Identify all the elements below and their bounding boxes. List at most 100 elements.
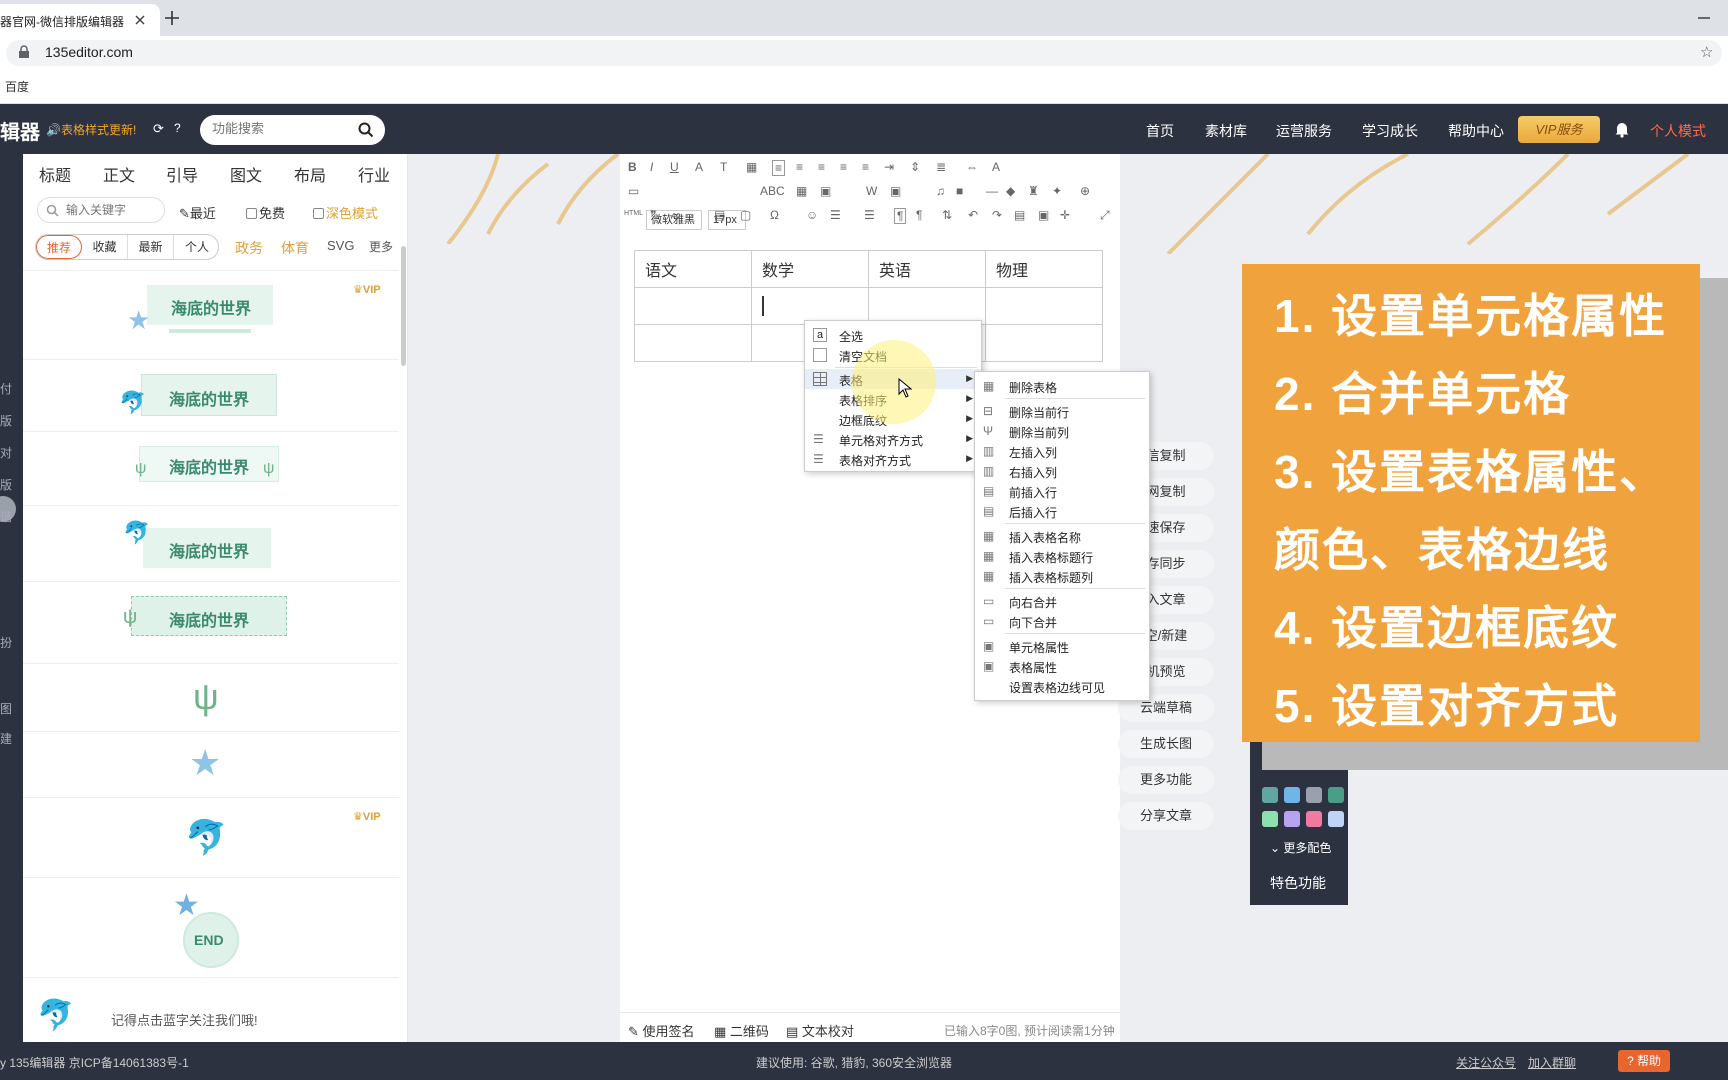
template-item[interactable]: 海底的世界 ψ ψ (23, 432, 399, 506)
search-icon[interactable] (358, 122, 374, 138)
tab-image-text[interactable]: 图文 (230, 162, 262, 186)
music-icon[interactable]: ♫ (936, 184, 945, 198)
spacing-icon[interactable]: ⇅ (942, 208, 952, 222)
signature-button[interactable]: ✎ 使用签名 (628, 1021, 695, 1040)
rail-item[interactable]: 付 (0, 380, 12, 397)
rail-item[interactable]: 版 (0, 412, 12, 429)
template-item[interactable]: ★ (23, 732, 399, 798)
color-swatch[interactable] (1306, 811, 1322, 827)
underline-icon[interactable]: U (670, 160, 679, 174)
tab-industry[interactable]: 行业 (358, 162, 390, 186)
submenu-item-insert-col-right[interactable]: ▥ 右插入列 (975, 461, 1149, 481)
text-format-icon[interactable]: T (720, 160, 727, 174)
tag-government[interactable]: 政务 (235, 238, 263, 258)
bell-icon[interactable] (1614, 120, 1630, 138)
side-button-long-image[interactable]: 生成长图 (1118, 730, 1214, 758)
menu-item-table-align[interactable]: ☰ 表格对齐方式 ▶ (805, 449, 981, 469)
format-painter-icon[interactable]: ♜ (1028, 184, 1039, 198)
rail-item[interactable]: 扮 (0, 634, 12, 651)
submenu-item-cell-properties[interactable]: ▣ 单元格属性 (975, 636, 1149, 656)
menu-item-cell-align[interactable]: ☰ 单元格对齐方式 ▶ (805, 429, 981, 449)
case-icon[interactable]: A (992, 160, 1000, 174)
notice-link[interactable]: 🔊表格样式更新! (46, 121, 136, 138)
rail-item[interactable]: 建 (0, 730, 12, 747)
font-color-icon[interactable]: A (695, 160, 703, 174)
table-cell[interactable] (985, 287, 1103, 325)
video-icon[interactable]: ■ (956, 184, 963, 198)
magic-icon[interactable]: ✦ (1052, 184, 1062, 198)
tag-sports[interactable]: 体育 (281, 238, 309, 258)
color-swatch[interactable] (1306, 787, 1322, 803)
table-cell[interactable] (751, 287, 869, 325)
rail-item[interactable]: 图 (0, 700, 12, 717)
line-height-icon[interactable]: ≣ (936, 160, 946, 174)
submenu-item-border-visible[interactable]: 设置表格边线可见 (975, 676, 1149, 696)
redo-icon[interactable]: ↷ (992, 208, 1002, 222)
search-icon[interactable] (46, 204, 59, 217)
tag-svg[interactable]: SVG (327, 238, 354, 253)
move-icon[interactable]: ✛ (1060, 208, 1070, 222)
color-swatch[interactable] (1328, 811, 1344, 827)
personal-mode[interactable]: 个人模式 (1650, 121, 1706, 141)
refresh-icon[interactable]: ⟳ (153, 121, 164, 137)
list-icon[interactable]: ☰ (830, 208, 841, 222)
picture-icon[interactable]: ▣ (890, 184, 901, 198)
scrollbar[interactable] (401, 246, 406, 366)
template-icon[interactable]: ▣ (1038, 208, 1049, 222)
image-icon[interactable]: ▣ (820, 184, 831, 198)
bullet-list-icon[interactable]: ☰ (864, 208, 875, 222)
zoom-icon[interactable]: ⊕ (1080, 184, 1090, 198)
table-cell[interactable]: 数学 (751, 250, 869, 288)
undo-icon[interactable]: ↶ (968, 208, 978, 222)
submenu-item-insert-row-after[interactable]: ▤ 后插入行 (975, 501, 1149, 521)
table-cell[interactable] (634, 287, 752, 325)
submenu-item-insert-row-before[interactable]: ▤ 前插入行 (975, 481, 1149, 501)
table-cell[interactable] (868, 287, 986, 325)
nav-help[interactable]: 帮助中心 (1448, 121, 1504, 141)
template-item[interactable]: 海底的世界 🐬 (23, 360, 399, 432)
letter-spacing-icon[interactable]: ⇔ (966, 160, 978, 174)
segment-favorites[interactable]: 收藏 (82, 235, 128, 259)
nav-home[interactable]: 首页 (1146, 121, 1174, 141)
submenu-item-insert-title-col[interactable]: ▦ 插入表格标题列 (975, 566, 1149, 586)
side-button-more[interactable]: 更多功能 (1118, 766, 1214, 794)
omega-icon[interactable]: Ω (770, 208, 779, 222)
help-button[interactable]: ? 帮助 (1618, 1050, 1670, 1072)
link-icon[interactable]: ∞ (672, 208, 681, 222)
bookmark-baidu[interactable]: 百度 (5, 78, 29, 95)
table-cell[interactable]: 物理 (985, 250, 1103, 288)
quote-icon[interactable]: ❞ (650, 208, 656, 222)
question-icon[interactable]: ? (174, 121, 181, 135)
color-swatch[interactable] (1284, 787, 1300, 803)
submenu-item-insert-title-row[interactable]: ▦ 插入表格标题行 (975, 546, 1149, 566)
word-icon[interactable]: W (866, 184, 877, 198)
color-swatch[interactable] (1262, 787, 1278, 803)
submenu-item-delete-column[interactable]: Ψ 删除当前列 (975, 421, 1149, 441)
paragraph-icon[interactable]: ¶ (894, 208, 907, 224)
table-cell[interactable]: 语文 (634, 250, 752, 288)
plus-icon[interactable] (162, 8, 182, 28)
logo[interactable]: 辑器 (0, 116, 40, 145)
nav-learning[interactable]: 学习成长 (1362, 121, 1418, 141)
qrcode-button[interactable]: ▦ 二维码 (714, 1021, 769, 1040)
url-box[interactable] (6, 40, 1722, 66)
submenu-item-delete-row[interactable]: ⊟ 删除当前行 (975, 401, 1149, 421)
background-icon[interactable]: ▦ (746, 160, 757, 174)
star-icon[interactable]: ☆ (1700, 43, 1713, 61)
special-features[interactable]: 特色功能 (1270, 873, 1326, 893)
table-cell[interactable] (634, 324, 752, 362)
italic-icon[interactable]: I (650, 160, 653, 174)
fullscreen-icon[interactable]: ⤢ (1100, 208, 1110, 223)
html-icon[interactable]: HTML (624, 210, 643, 217)
color-swatch[interactable] (1284, 811, 1300, 827)
tag-more[interactable]: 更多 (369, 238, 393, 255)
template-item[interactable]: ♛VIP 海底的世界 ★ (23, 270, 399, 360)
submenu-item-insert-caption[interactable]: ▦ 插入表格名称 (975, 526, 1149, 546)
align-right-icon[interactable]: ≡ (818, 160, 825, 174)
nav-operations[interactable]: 运营服务 (1276, 121, 1332, 141)
vip-button[interactable]: VIP服务 (1518, 116, 1600, 143)
lock-icon[interactable] (18, 45, 30, 59)
nav-materials[interactable]: 素材库 (1205, 121, 1247, 141)
join-group-link[interactable]: 加入群聊 (1528, 1054, 1576, 1071)
side-button-share[interactable]: 分享文章 (1118, 802, 1214, 830)
